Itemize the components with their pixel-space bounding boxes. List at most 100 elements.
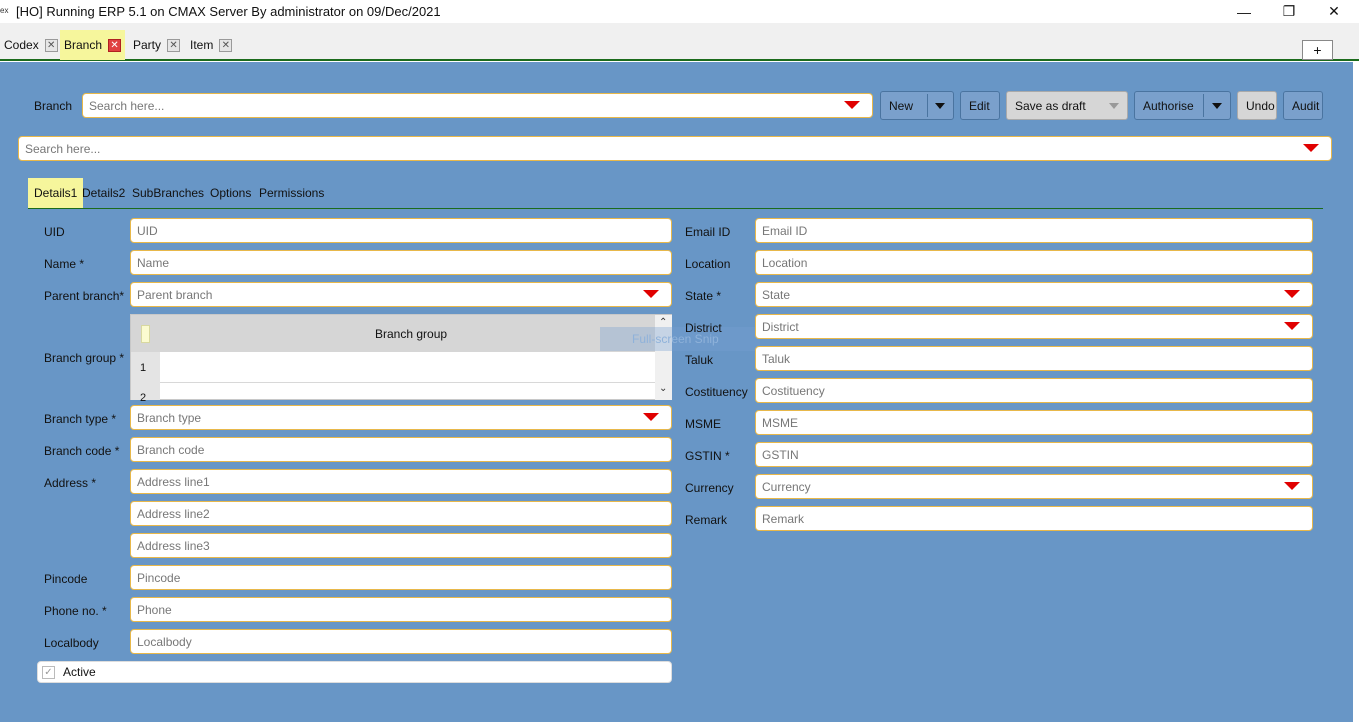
active-checkbox[interactable]: ✓ (42, 665, 55, 679)
minimize-button[interactable]: — (1221, 0, 1267, 23)
branch-code-label: Branch code * (44, 444, 120, 458)
tab-options[interactable]: Options (204, 178, 257, 208)
select-all-checkbox[interactable] (141, 325, 150, 343)
scroll-down-icon[interactable]: ⌄ (659, 383, 667, 394)
authorise-button[interactable]: Authorise (1134, 91, 1231, 120)
msme-label: MSME (685, 417, 721, 431)
branch-search-input[interactable]: Search here... (82, 93, 873, 118)
new-button[interactable]: New (880, 91, 954, 120)
chevron-down-icon[interactable] (1212, 103, 1222, 109)
new-button-label: New (889, 98, 914, 113)
email-field[interactable]: Email ID (755, 218, 1313, 243)
address-line2-field[interactable]: Address line2 (130, 501, 672, 526)
search-placeholder: Search here... (25, 141, 101, 156)
gstin-label: GSTIN * (685, 449, 730, 463)
tab-label: Party (133, 38, 162, 52)
app-icon: ex (0, 6, 9, 15)
state-select[interactable]: State (755, 282, 1313, 307)
msme-field[interactable]: MSME (755, 410, 1313, 435)
remark-field[interactable]: Remark (755, 506, 1313, 531)
costituency-field[interactable]: Costituency (755, 378, 1313, 403)
branch-group-grid[interactable]: Branch group 1 2 ⌃ ⌄ (130, 314, 672, 404)
location-label: Location (685, 257, 731, 271)
name-field[interactable]: Name (130, 250, 672, 275)
pincode-field[interactable]: Pincode (130, 565, 672, 590)
window-edge (1353, 62, 1359, 722)
row-divider (160, 382, 655, 383)
save-as-draft-button[interactable]: Save as draft (1006, 91, 1128, 120)
split-divider (927, 94, 928, 117)
address-label: Address * (44, 476, 97, 490)
parent-branch-label: Parent branch* (44, 289, 125, 303)
active-checkbox-row[interactable]: ✓ Active (37, 661, 672, 683)
currency-label: Currency (685, 481, 734, 495)
audit-button[interactable]: Audit (1283, 91, 1323, 120)
row-number: 1 (140, 362, 147, 374)
close-icon[interactable]: ✕ (219, 38, 233, 52)
dropdown-arrow-icon[interactable] (1284, 290, 1300, 298)
tab-label: Item (190, 38, 214, 52)
close-icon[interactable]: ✕ (108, 38, 122, 52)
district-select[interactable]: District (755, 314, 1313, 339)
close-icon[interactable]: ✕ (167, 38, 181, 52)
new-tab-button[interactable]: + (1302, 40, 1333, 60)
address-line3-field[interactable]: Address line3 (130, 533, 672, 558)
branch-label: Branch (34, 99, 73, 113)
chevron-down-icon[interactable] (935, 103, 945, 109)
row-gutter: 1 2 (131, 352, 160, 404)
split-divider (1203, 94, 1204, 117)
close-window-button[interactable]: ✕ (1311, 0, 1357, 23)
pincode-label: Pincode (44, 572, 88, 586)
document-tab-bar: Codex ✕ Branch ✕ Party ✕ Item ✕ (0, 23, 1359, 61)
dropdown-arrow-icon[interactable] (844, 101, 860, 109)
tab-details2[interactable]: Details2 (76, 178, 131, 208)
localbody-field[interactable]: Localbody (130, 629, 672, 654)
authorise-label: Authorise (1143, 98, 1194, 113)
branch-code-field[interactable]: Branch code (130, 437, 672, 462)
state-label: State * (685, 289, 722, 303)
currency-select[interactable]: Currency (755, 474, 1313, 499)
email-label: Email ID (685, 225, 731, 239)
taluk-label: Taluk (685, 353, 714, 367)
screen-snip-overlay: Full-screen Snip (600, 327, 760, 351)
localbody-label: Localbody (44, 636, 99, 650)
dropdown-arrow-icon[interactable] (643, 413, 659, 421)
save-draft-label: Save as draft (1015, 98, 1086, 113)
search-placeholder: Search here... (89, 98, 165, 113)
grid-header: Branch group (131, 315, 655, 352)
taluk-field[interactable]: Taluk (755, 346, 1313, 371)
window-title: [HO] Running ERP 5.1 on CMAX Server By a… (16, 4, 441, 19)
tab-permissions[interactable]: Permissions (253, 178, 330, 208)
tab-branch[interactable]: Branch ✕ (60, 30, 126, 60)
currency-placeholder: Currency (762, 479, 811, 494)
tab-subbranches[interactable]: SubBranches (126, 178, 210, 208)
subtab-underline (28, 208, 1323, 209)
dropdown-arrow-icon[interactable] (1284, 322, 1300, 330)
parent-branch-placeholder: Parent branch (137, 287, 213, 302)
close-icon[interactable]: ✕ (44, 38, 58, 52)
branch-type-select[interactable]: Branch type (130, 405, 672, 430)
tab-party[interactable]: Party ✕ (129, 32, 184, 58)
costituency-label: Costituency (685, 385, 748, 399)
dropdown-arrow-icon[interactable] (1284, 482, 1300, 490)
tab-label: Codex (4, 38, 39, 52)
record-search-input[interactable]: Search here... (18, 136, 1332, 161)
address-line1-field[interactable]: Address line1 (130, 469, 672, 494)
uid-field[interactable]: UID (130, 218, 672, 243)
phone-field[interactable]: Phone (130, 597, 672, 622)
row-number: 2 (140, 392, 147, 404)
edit-button[interactable]: Edit (960, 91, 1000, 120)
state-placeholder: State (762, 287, 791, 302)
tab-codex[interactable]: Codex ✕ (0, 32, 62, 58)
parent-branch-select[interactable]: Parent branch (130, 282, 672, 307)
branch-type-placeholder: Branch type (137, 410, 202, 425)
location-field[interactable]: Location (755, 250, 1313, 275)
gstin-field[interactable]: GSTIN (755, 442, 1313, 467)
tab-item[interactable]: Item ✕ (186, 32, 236, 58)
restore-button[interactable]: ❐ (1266, 0, 1312, 23)
dropdown-arrow-icon[interactable] (643, 290, 659, 298)
undo-button[interactable]: Undo (1237, 91, 1277, 120)
dropdown-arrow-icon[interactable] (1303, 144, 1319, 152)
phone-label: Phone no. * (44, 604, 107, 618)
chevron-down-icon[interactable] (1109, 103, 1119, 109)
